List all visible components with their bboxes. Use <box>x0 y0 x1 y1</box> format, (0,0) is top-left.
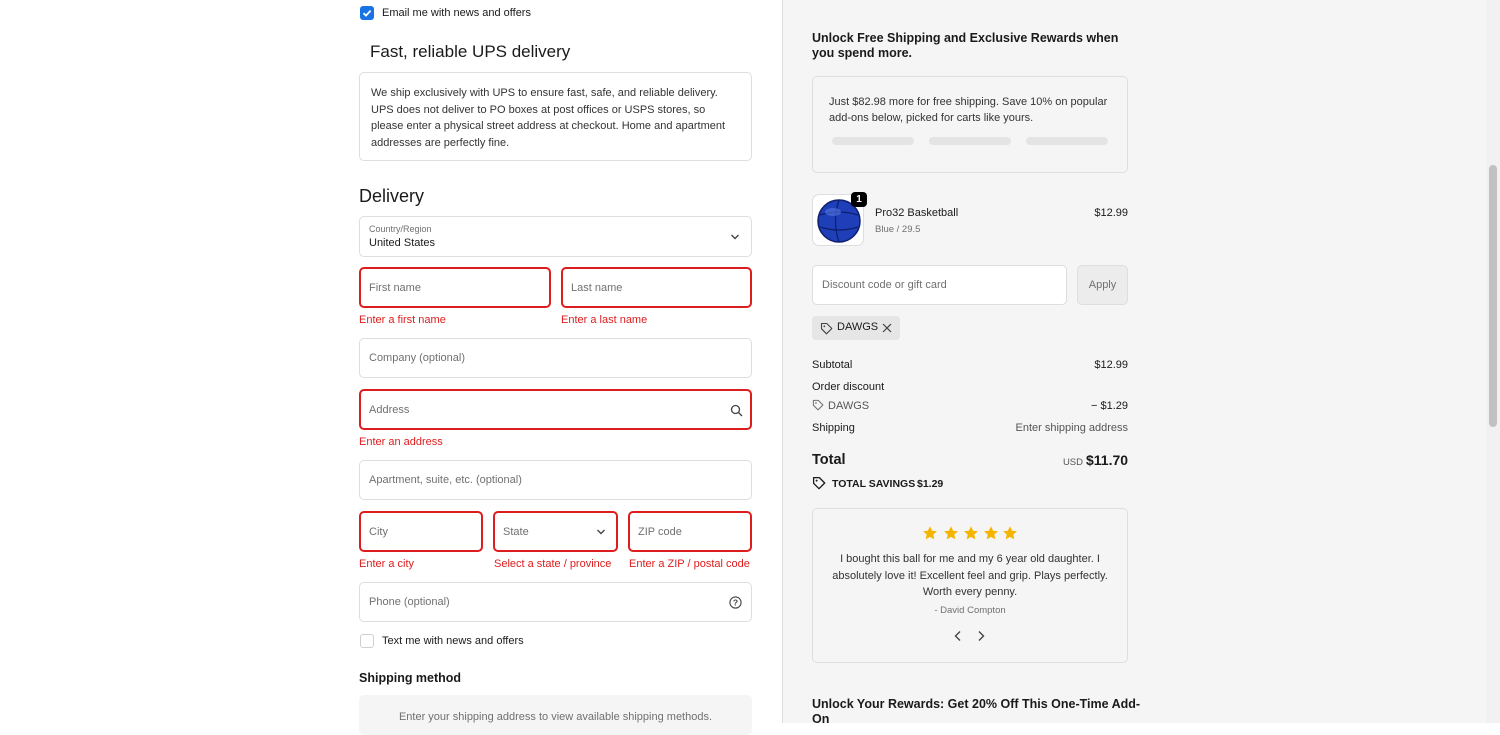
state-select[interactable]: State <box>493 511 618 552</box>
subtotal-value: $12.99 <box>1094 359 1128 371</box>
sms-opt-in-label: Text me with news and offers <box>382 635 524 647</box>
scrollbar-thumb[interactable] <box>1489 165 1497 427</box>
first-name-input[interactable]: First name <box>359 267 551 308</box>
tag-icon <box>812 399 824 411</box>
product-variant: Blue / 29.5 <box>875 224 921 235</box>
chevron-down-icon <box>597 529 605 535</box>
total-savings-label: TOTAL SAVINGS <box>832 478 916 490</box>
state-placeholder: State <box>503 526 529 538</box>
chevron-right-icon[interactable] <box>976 630 986 642</box>
total-value: $11.70 <box>1086 452 1129 468</box>
shipping-method-notice: Enter your shipping address to view avai… <box>398 711 713 723</box>
star-icon <box>964 526 978 540</box>
rewards-title: Unlock Free Shipping and Exclusive Rewar… <box>812 31 1119 60</box>
discount-value: − $1.29 <box>1090 400 1128 412</box>
total-currency: USD <box>1062 457 1083 468</box>
city-placeholder: City <box>369 526 388 538</box>
apartment-placeholder: Apartment, suite, etc. (optional) <box>369 474 522 486</box>
subtotal-label: Subtotal <box>812 359 853 371</box>
tag-icon <box>820 322 833 335</box>
star-icon <box>923 526 937 540</box>
first-name-placeholder: First name <box>369 282 421 294</box>
last-name-placeholder: Last name <box>571 282 623 294</box>
company-input[interactable]: Company (optional) <box>359 338 752 378</box>
ups-title: Fast, reliable UPS delivery <box>370 42 571 61</box>
product-price: $12.99 <box>1094 207 1128 219</box>
sms-opt-in-checkbox[interactable] <box>360 634 374 648</box>
country-value: United States <box>369 237 436 249</box>
progress-segment <box>1026 137 1108 145</box>
ups-notice: We ship exclusively with UPS to ensure f… <box>359 72 752 161</box>
product-quantity-badge: 1 <box>851 192 867 207</box>
shipping-label: Shipping <box>812 422 855 434</box>
shipping-method-title: Shipping method <box>359 671 462 685</box>
discount-input[interactable]: Discount code or gift card <box>812 265 1067 305</box>
city-error: Enter a city <box>359 558 415 570</box>
review-stars <box>922 525 1022 543</box>
email-opt-in-checkbox[interactable] <box>360 6 374 20</box>
order-discount-label: Order discount <box>812 381 885 393</box>
last-name-error: Enter a last name <box>561 314 648 326</box>
zip-error: Enter a ZIP / postal code <box>629 558 750 570</box>
chevron-down-icon <box>731 234 739 240</box>
progress-segment <box>832 137 914 145</box>
shipping-method-notice-box: Enter your shipping address to view avai… <box>359 695 752 735</box>
discount-code-label: DAWGS <box>828 400 870 412</box>
first-name-error: Enter a first name <box>359 314 446 326</box>
progress-segment <box>929 137 1011 145</box>
product-quantity: 1 <box>856 194 862 205</box>
city-input[interactable]: City <box>359 511 483 552</box>
apartment-input[interactable]: Apartment, suite, etc. (optional) <box>359 460 752 500</box>
total-label: Total <box>812 452 846 468</box>
star-icon <box>1003 526 1017 540</box>
chevron-left-icon[interactable] <box>953 630 963 642</box>
star-icon <box>944 526 958 540</box>
company-placeholder: Company (optional) <box>369 352 465 364</box>
tag-icon <box>812 476 826 490</box>
rewards-body: Just $82.98 more for free shipping. Save… <box>829 96 1108 124</box>
product-name: Pro32 Basketball <box>875 207 959 219</box>
address-error: Enter an address <box>359 436 443 448</box>
review-author: - David Compton <box>934 605 1006 616</box>
phone-placeholder: Phone (optional) <box>369 596 450 608</box>
last-name-input[interactable]: Last name <box>561 267 752 308</box>
country-select[interactable]: Country/Region United States <box>359 216 752 257</box>
address-placeholder: Address <box>369 404 410 416</box>
delivery-title: Delivery <box>359 186 425 206</box>
discount-placeholder: Discount code or gift card <box>822 279 947 291</box>
applied-code-label: DAWGS <box>837 321 879 333</box>
state-error: Select a state / province <box>494 558 612 570</box>
country-label: Country/Region <box>369 224 432 234</box>
zip-placeholder: ZIP code <box>638 526 682 538</box>
phone-input[interactable]: Phone (optional) ? <box>359 582 752 622</box>
zip-input[interactable]: ZIP code <box>628 511 752 552</box>
shipping-value: Enter shipping address <box>1015 422 1128 434</box>
apply-button[interactable]: Apply <box>1077 265 1128 305</box>
applied-code-tag: DAWGS <box>812 316 900 340</box>
svg-text:?: ? <box>733 598 738 608</box>
total-savings-value: $1.29 <box>917 478 944 490</box>
review-text: I bought this ball for me and my 6 year … <box>832 553 1108 598</box>
close-icon[interactable] <box>882 323 892 333</box>
email-opt-in-label: Email me with news and offers <box>382 7 531 19</box>
rewards-box: Just $82.98 more for free shipping. Save… <box>812 76 1128 173</box>
star-icon <box>984 526 998 540</box>
search-icon <box>730 404 743 417</box>
checkmark-icon <box>362 9 372 17</box>
help-circle-icon[interactable]: ? <box>729 596 742 609</box>
address-input[interactable]: Address <box>359 389 752 430</box>
